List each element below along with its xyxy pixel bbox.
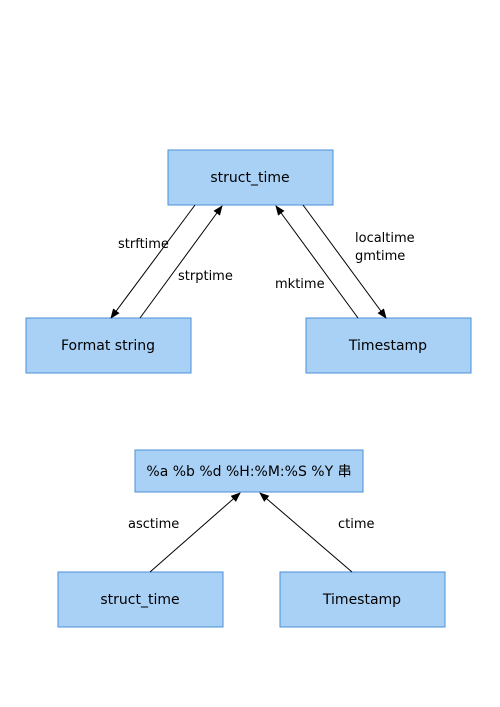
edge-mktime xyxy=(276,206,358,318)
node-struct-time-top: struct_time xyxy=(168,150,333,205)
edge-label-localtime: localtime xyxy=(355,231,415,246)
node-label: Timestamp xyxy=(348,338,427,354)
time-module-diagram: struct_time Format string Timestamp strf… xyxy=(0,0,500,707)
edge-label-strftime: strftime xyxy=(118,237,169,252)
node-label: Format string xyxy=(61,338,155,354)
node-format-string: Format string xyxy=(26,318,191,373)
edge-label-ctime: ctime xyxy=(338,517,375,532)
node-struct-time-bottom: struct_time xyxy=(58,572,223,627)
node-format-output: %a %b %d %H:%M:%S %Y 串 xyxy=(135,450,363,492)
node-label: struct_time xyxy=(100,592,179,608)
edge-label-asctime: asctime xyxy=(128,517,179,532)
edge-ctime xyxy=(260,493,352,572)
edge-label-mktime: mktime xyxy=(275,277,325,292)
node-label: Timestamp xyxy=(322,592,401,608)
edge-asctime xyxy=(150,493,240,572)
node-timestamp-bottom: Timestamp xyxy=(280,572,445,627)
node-label: struct_time xyxy=(210,170,289,186)
node-label: %a %b %d %H:%M:%S %Y 串 xyxy=(146,464,351,480)
edge-label-strptime: strptime xyxy=(178,269,233,284)
edge-label-gmtime: gmtime xyxy=(355,249,405,264)
node-timestamp-top: Timestamp xyxy=(306,318,471,373)
